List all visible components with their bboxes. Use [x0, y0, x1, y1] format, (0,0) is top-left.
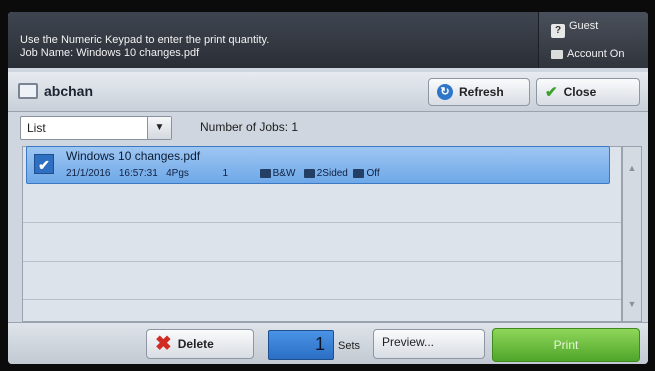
job-details: 21/1/2016 16:57:31 4Pgs 1 B&W 2Sided Off	[66, 168, 380, 179]
checkmark-icon[interactable]: ✔	[34, 154, 54, 174]
delete-button[interactable]: ✖ Delete	[146, 329, 254, 359]
list-divider	[23, 222, 621, 223]
x-icon: ✖	[155, 333, 172, 355]
guest-label: Guest	[569, 20, 599, 32]
scrollbar[interactable]: ▲ ▼	[622, 146, 642, 322]
job-staple: Off	[366, 168, 380, 179]
duplex-icon	[303, 168, 315, 178]
job-date: 21/1/2016	[66, 168, 111, 179]
print-button[interactable]: Print	[492, 328, 640, 362]
sets-label: Sets	[338, 340, 361, 352]
instruction-line-1: Use the Numeric Keypad to enter the prin…	[20, 34, 270, 46]
quantity-field[interactable]: 1	[268, 330, 334, 360]
scroll-up-icon[interactable]: ▲	[623, 159, 641, 177]
question-badge-icon: ?	[551, 24, 565, 38]
account-panel[interactable]: ? Guest Account On	[538, 12, 648, 68]
close-label: Close	[563, 85, 597, 99]
job-copies: 1	[222, 168, 229, 179]
preview-button[interactable]: Preview...	[373, 329, 485, 359]
delete-label: Delete	[177, 337, 214, 351]
job-time: 16:57:31	[118, 168, 158, 179]
scroll-down-icon[interactable]: ▼	[623, 295, 641, 313]
job-color-mode: B&W	[272, 168, 296, 179]
keypad-icon	[551, 50, 563, 59]
job-pages: 4Pgs	[166, 168, 189, 179]
user-name: abchan	[44, 83, 94, 99]
refresh-button[interactable]: ↻ Refresh	[428, 78, 530, 106]
job-count-label: Number of Jobs: 1	[200, 120, 299, 134]
job-name: Windows 10 changes.pdf	[66, 149, 201, 163]
list-divider	[23, 299, 621, 300]
refresh-icon: ↻	[437, 84, 453, 100]
header-bar: Use the Numeric Keypad to enter the prin…	[8, 12, 648, 68]
checkmark-icon: ✔	[545, 84, 558, 101]
view-select-value: List	[27, 121, 46, 135]
chevron-down-icon[interactable]: ▼	[147, 117, 171, 139]
view-select[interactable]: List ▼	[20, 116, 172, 140]
color-mode-icon	[259, 168, 271, 178]
refresh-label: Refresh	[459, 85, 504, 99]
job-sided: 2Sided	[316, 168, 348, 179]
list-divider	[23, 261, 621, 262]
close-button[interactable]: ✔ Close	[536, 78, 640, 106]
printer-user-icon	[18, 83, 38, 99]
staple-icon	[353, 168, 365, 178]
printer-screen: Use the Numeric Keypad to enter the prin…	[8, 12, 648, 364]
instruction-text: Use the Numeric Keypad to enter the prin…	[20, 34, 269, 60]
account-status: Account On	[567, 48, 625, 60]
job-name-line: Job Name: Windows 10 changes.pdf	[20, 47, 200, 59]
